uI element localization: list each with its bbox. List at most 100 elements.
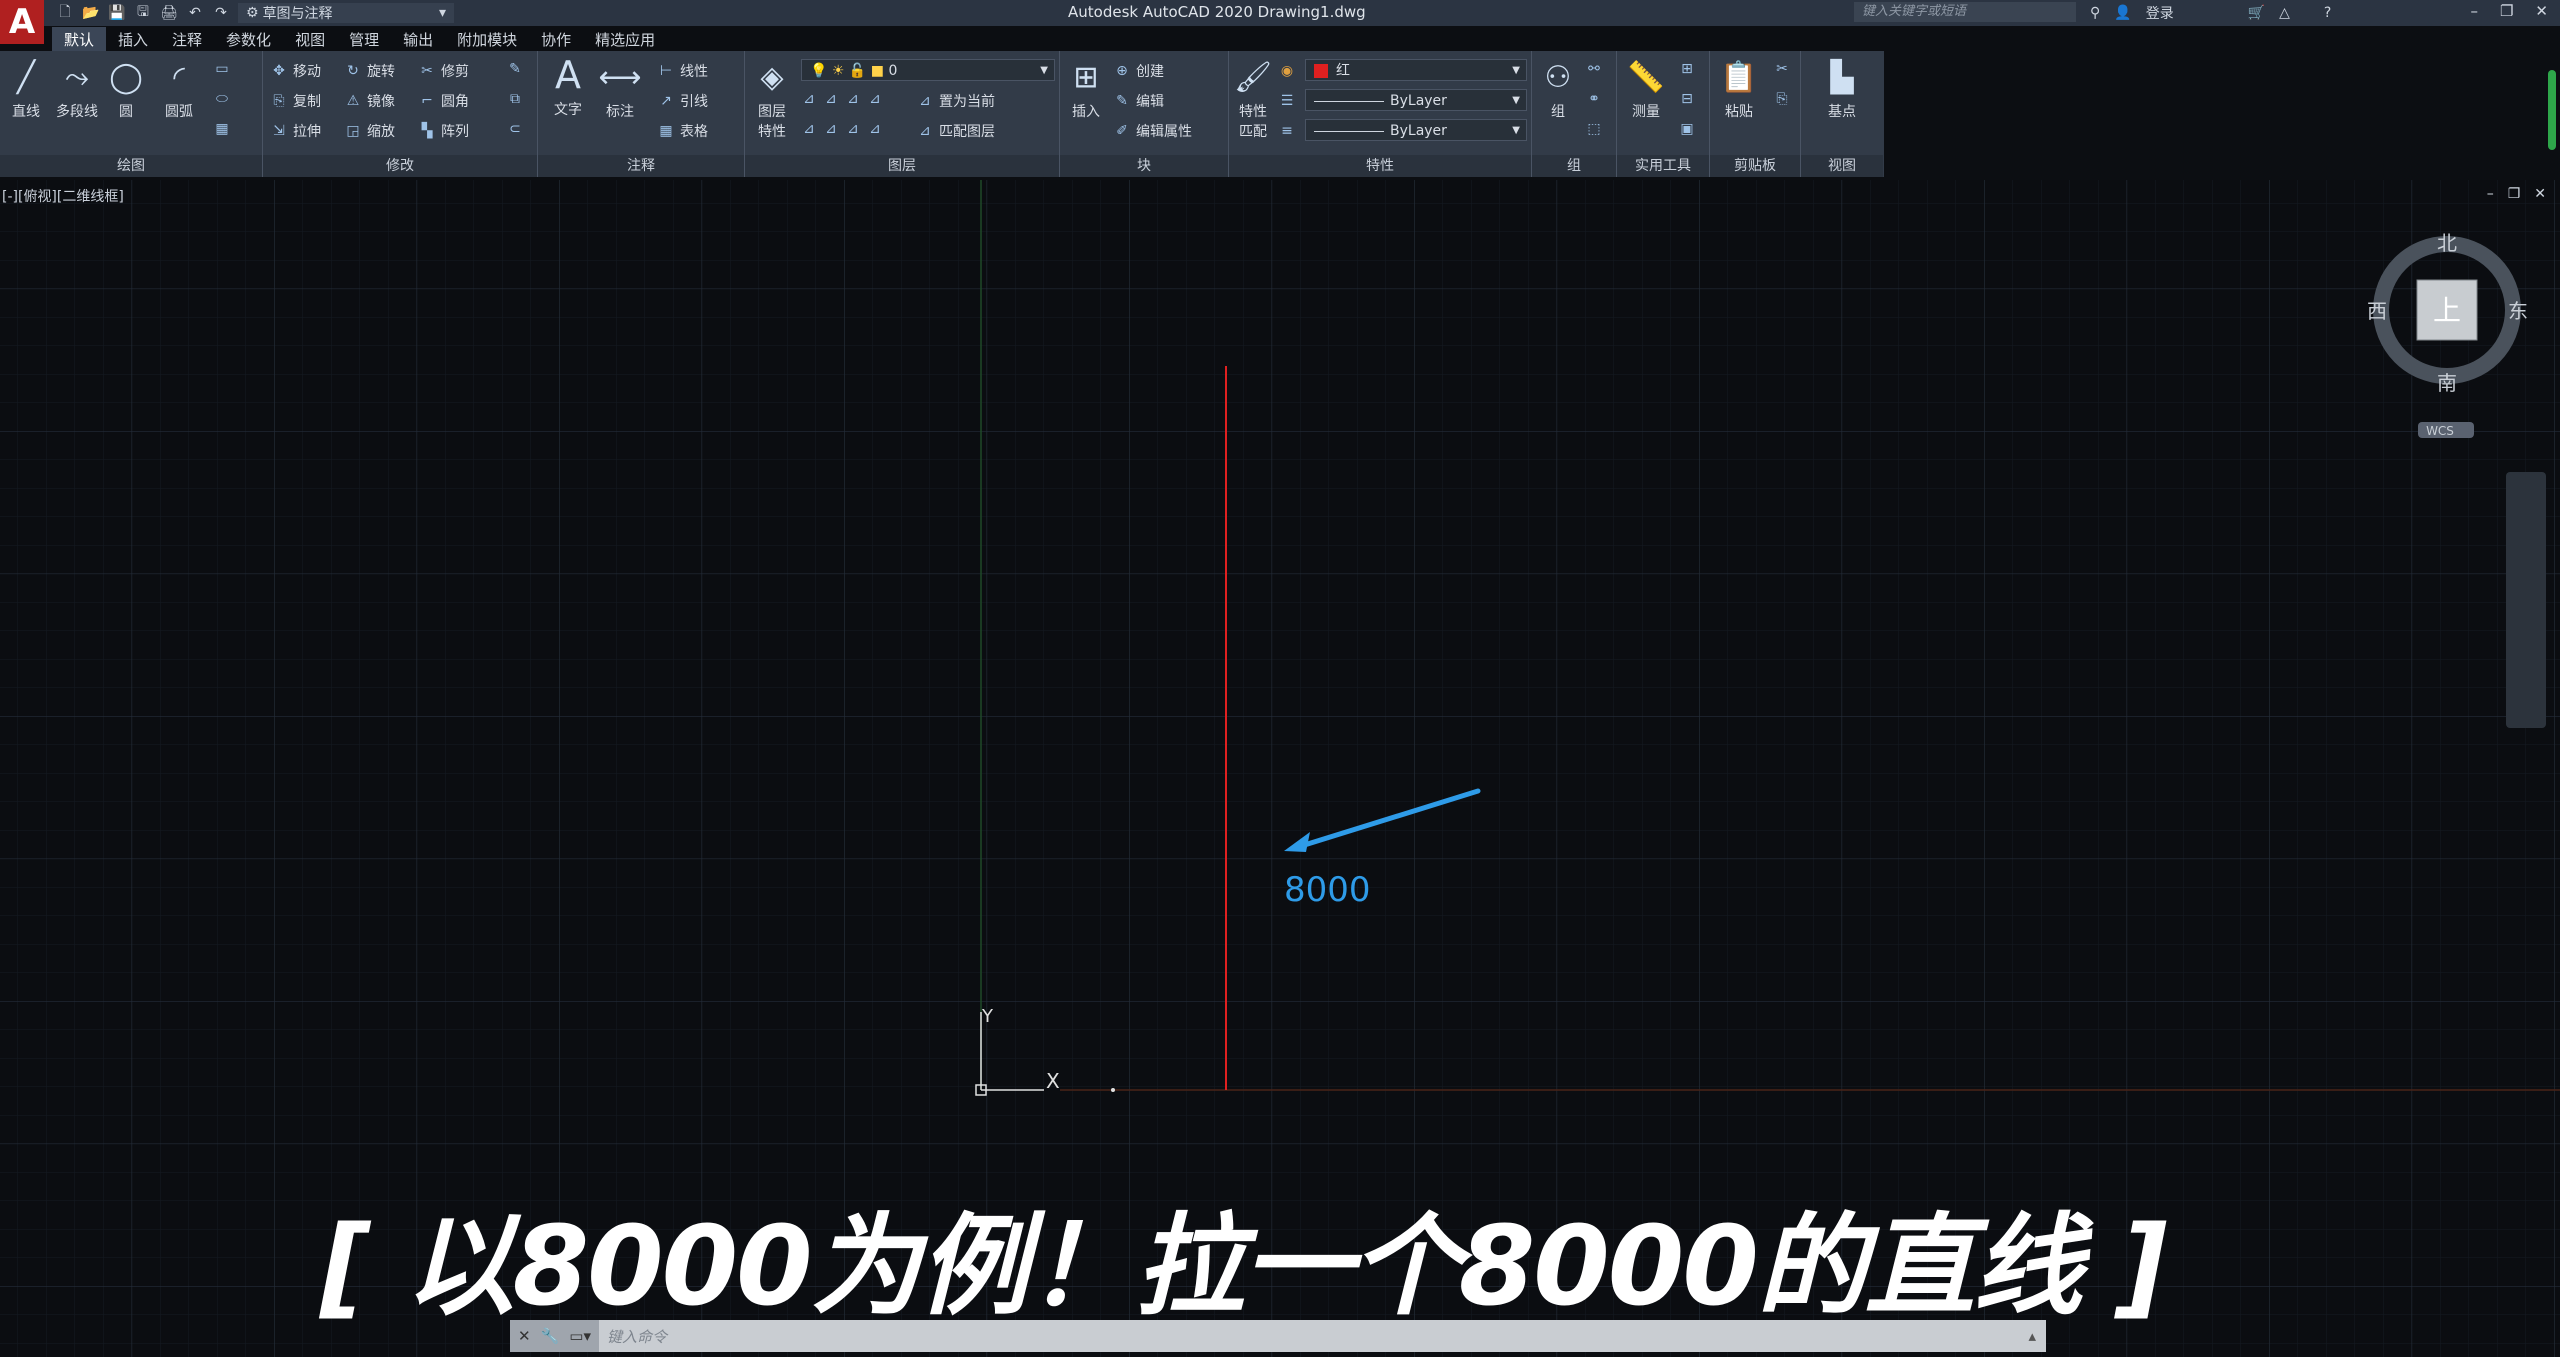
new-file-icon[interactable]: 🗋 [56, 4, 74, 22]
restore-icon[interactable]: ❐ [2500, 2, 2513, 20]
tab-6[interactable]: 输出 [391, 27, 445, 51]
dimension-tool[interactable]: ⟷ 标注 [598, 57, 642, 121]
block-panel-title[interactable]: 块 [1060, 155, 1228, 177]
plot-icon[interactable]: 🖨 [160, 4, 178, 22]
explode-button[interactable]: ⊂ [507, 121, 523, 137]
minimize-viewport-icon[interactable]: – [2487, 186, 2494, 202]
properties-panel-title[interactable]: 特性 [1229, 155, 1531, 177]
count-button[interactable]: ⊟ [1679, 91, 1695, 107]
group-edit-button[interactable]: ⚭ [1586, 91, 1602, 107]
autocad-logo[interactable]: A [0, 0, 44, 44]
create-block-button[interactable]: ⊕ 创建 [1114, 61, 1164, 81]
navigation-bar[interactable] [2506, 472, 2546, 728]
hatch-tool[interactable]: ⬭ [214, 91, 230, 107]
draw-panel-title[interactable]: 绘图 [0, 155, 262, 177]
calculator-button[interactable]: ▣ [1679, 121, 1695, 137]
tab-0[interactable]: 默认 [52, 27, 107, 51]
help-icon[interactable]: ? [2324, 5, 2331, 21]
set-current-button[interactable]: ⊿ 置为当前 [917, 91, 995, 111]
layer-tools-row1[interactable]: ⊿ ⊿ ⊿ ⊿ [801, 91, 883, 107]
copy-button[interactable]: ⎘ 复制 [271, 91, 321, 111]
workspace-selector[interactable]: ⚙ 草图与注释 ▾ [238, 3, 454, 23]
quick-select-button[interactable]: ⊞ [1679, 61, 1695, 77]
restore-viewport-icon[interactable]: ❐ [2508, 186, 2521, 202]
erase-button[interactable]: ✎ [507, 61, 523, 77]
tab-2[interactable]: 注释 [160, 27, 214, 51]
cart-icon[interactable]: 🛒 [2248, 5, 2265, 21]
cut-button[interactable]: ✂ [1774, 61, 1790, 77]
insert-tool[interactable]: ⊞ 插入 [1064, 57, 1108, 121]
save-as-icon[interactable]: 🖫 [134, 4, 152, 22]
tab-3[interactable]: 参数化 [214, 27, 283, 51]
text-tool[interactable]: A 文字 [546, 53, 590, 119]
undo-icon[interactable]: ↶ [186, 4, 204, 22]
color-dropdown[interactable]: 红 ▼ [1305, 59, 1527, 81]
layer-dropdown[interactable]: 💡 ☀ 🔓 ■ 0 ▼ [801, 59, 1055, 81]
close-icon[interactable]: ✕ [2535, 2, 2548, 20]
circle-tool[interactable]: ◯ 圆 [106, 57, 146, 121]
recent-commands-icon[interactable]: ▭▾ [569, 1327, 591, 1345]
measure-tool[interactable]: 📏 测量 [1623, 57, 1669, 121]
base-point-tool[interactable]: ▙ 基点 [1819, 57, 1865, 121]
polyline-tool[interactable]: ⤳ 多段线 [50, 57, 104, 121]
match-properties-tool[interactable]: 🖌 特性 匹配 [1231, 57, 1275, 141]
open-file-icon[interactable]: 📂 [82, 4, 100, 22]
edit-block-button[interactable]: ✎ 编辑 [1114, 91, 1164, 111]
viewport-label[interactable]: [-][俯视][二维线框] [2, 186, 124, 206]
offset-button[interactable]: ⧉ [507, 91, 523, 107]
chevron-up-icon[interactable]: ▴ [2028, 1327, 2046, 1345]
trim-button[interactable]: ✂ 修剪 [419, 61, 469, 81]
command-line[interactable]: ✕ 🔧 ▭▾ 键入命令 ▴ [510, 1320, 2046, 1352]
move-button[interactable]: ✥ 移动 [271, 61, 321, 81]
wrench-icon[interactable]: 🔧 [541, 1327, 560, 1345]
clipboard-panel-title[interactable]: 剪贴板 [1710, 155, 1800, 177]
layer-tools-row2[interactable]: ⊿ ⊿ ⊿ ⊿ [801, 121, 883, 137]
command-input[interactable]: 键入命令 [599, 1326, 667, 1347]
tab-4[interactable]: 视图 [283, 27, 337, 51]
rotate-button[interactable]: ↻ 旋转 [345, 61, 395, 81]
stretch-button[interactable]: ⇲ 拉伸 [271, 121, 321, 141]
a360-icon[interactable]: △ [2279, 5, 2290, 21]
edit-attributes-button[interactable]: ✐ 编辑属性 [1114, 121, 1192, 141]
arc-tool[interactable]: ◜ 圆弧 [156, 57, 202, 121]
tab-5[interactable]: 管理 [337, 27, 391, 51]
copy-clip-button[interactable]: ⎘ [1774, 91, 1790, 107]
minimize-icon[interactable]: – [2470, 2, 2478, 20]
groups-panel-title[interactable]: 组 [1532, 155, 1616, 177]
region-tool[interactable]: ▦ [214, 121, 230, 137]
line-tool[interactable]: ╱ 直线 [6, 57, 46, 121]
linear-button[interactable]: ⊢ 线性 [658, 61, 708, 81]
match-layer-button[interactable]: ⊿ 匹配图层 [917, 121, 995, 141]
array-button[interactable]: ▚ 阵列 [419, 121, 469, 141]
user-icon[interactable]: 👤 [2114, 5, 2131, 21]
scale-button[interactable]: ◲ 缩放 [345, 121, 395, 141]
modify-panel-title[interactable]: 修改 [263, 155, 537, 177]
redo-icon[interactable]: ↷ [212, 4, 230, 22]
linetype-dropdown[interactable]: ByLayer ▼ [1305, 89, 1527, 111]
leader-button[interactable]: ↗ 引线 [658, 91, 708, 111]
color-wheel-icon[interactable]: ◉ [1279, 63, 1295, 79]
ungroup-button[interactable]: ⚯ [1586, 61, 1602, 77]
table-button[interactable]: ▦ 表格 [658, 121, 708, 141]
utilities-panel-title[interactable]: 实用工具 [1617, 155, 1709, 177]
tab-7[interactable]: 附加模块 [445, 27, 529, 51]
save-icon[interactable]: 💾 [108, 4, 126, 22]
mirror-button[interactable]: ⚠ 镜像 [345, 91, 395, 111]
view-panel-title[interactable]: 视图 [1801, 155, 1883, 177]
close-icon[interactable]: ✕ [518, 1327, 531, 1345]
layer-properties-tool[interactable]: ◈ 图层 特性 [749, 57, 795, 141]
close-viewport-icon[interactable]: ✕ [2534, 186, 2546, 202]
login-button[interactable]: 登录 [2146, 3, 2174, 23]
paste-tool[interactable]: 📋 粘贴 [1716, 57, 1762, 121]
tab-8[interactable]: 协作 [529, 27, 583, 51]
binoculars-icon[interactable]: ⚲ [2090, 5, 2100, 21]
lineweight-dropdown[interactable]: ByLayer ▼ [1305, 119, 1527, 141]
tab-9[interactable]: 精选应用 [583, 27, 667, 51]
group-tool[interactable]: ⚇ 组 [1538, 57, 1578, 121]
layers-panel-title[interactable]: 图层 [745, 155, 1059, 177]
annotation-panel-title[interactable]: 注释 [538, 155, 744, 177]
fillet-button[interactable]: ⌐ 圆角 [419, 91, 469, 111]
tab-1[interactable]: 插入 [106, 27, 160, 51]
group-select-button[interactable]: ⬚ [1586, 121, 1602, 137]
rectangle-tool[interactable]: ▭ [214, 61, 230, 77]
